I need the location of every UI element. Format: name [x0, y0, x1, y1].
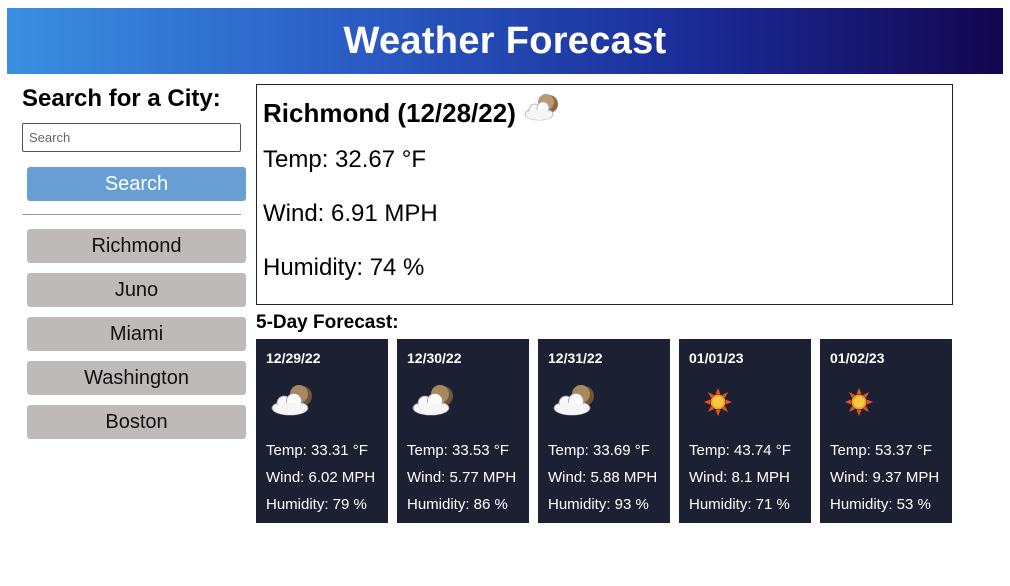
current-humidity: Humidity: 74 %: [263, 254, 425, 281]
forecast-wind: Wind: 8.1 MPH: [689, 469, 790, 486]
page-header: Weather Forecast: [7, 8, 1003, 74]
forecast-date: 12/30/22: [407, 350, 462, 366]
forecast-date: 12/31/22: [548, 350, 603, 366]
forecast-humidity: Humidity: 79 %: [266, 496, 367, 513]
forecast-temp: Temp: 53.37 °F: [830, 442, 932, 459]
forecast-humidity: Humidity: 71 %: [689, 496, 790, 513]
history-button-miami[interactable]: Miami: [27, 317, 246, 351]
forecast-date: 01/01/23: [689, 350, 744, 366]
forecast-temp: Temp: 33.53 °F: [407, 442, 509, 459]
partly-cloudy-night-icon: [409, 383, 459, 419]
sun-icon: [691, 383, 741, 419]
current-city-title: Richmond (12/28/22): [263, 97, 516, 128]
history-button-washington[interactable]: Washington: [27, 361, 246, 395]
forecast-card: 12/29/22 Temp: 33.31 °F Wind: 6.02 MPH H…: [256, 339, 388, 523]
forecast-card: 12/31/22 Temp: 33.69 °F Wind: 5.88 MPH H…: [538, 339, 670, 523]
forecast-humidity: Humidity: 86 %: [407, 496, 508, 513]
forecast-wind: Wind: 5.88 MPH: [548, 469, 658, 486]
current-weather-panel: Richmond (12/28/22) Temp: 32.67 °F Wind:…: [256, 84, 953, 305]
forecast-temp: Temp: 43.74 °F: [689, 442, 791, 459]
history-button-boston[interactable]: Boston: [27, 405, 246, 439]
forecast-heading: 5-Day Forecast:: [256, 312, 399, 333]
current-wind: Wind: 6.91 MPH: [263, 200, 438, 227]
current-temp: Temp: 32.67 °F: [263, 146, 427, 173]
forecast-wind: Wind: 9.37 MPH: [830, 469, 940, 486]
forecast-humidity: Humidity: 53 %: [830, 496, 931, 513]
history-button-richmond[interactable]: Richmond: [27, 229, 246, 263]
partly-cloudy-night-icon: [550, 383, 600, 419]
forecast-wind: Wind: 5.77 MPH: [407, 469, 517, 486]
forecast-card: 01/01/23 Temp: 43.74 °F Wind: 8.1 MPH Hu…: [679, 339, 811, 523]
sidebar: Search for a City: Search Richmond Juno …: [22, 84, 246, 439]
forecast-wind: Wind: 6.02 MPH: [266, 469, 376, 486]
page-title: Weather Forecast: [343, 19, 667, 62]
partly-cloudy-night-icon: [522, 93, 562, 132]
forecast-date: 12/29/22: [266, 350, 321, 366]
forecast-cards: 12/29/22 Temp: 33.31 °F Wind: 6.02 MPH H…: [256, 339, 952, 523]
forecast-card: 12/30/22 Temp: 33.53 °F Wind: 5.77 MPH H…: [397, 339, 529, 523]
partly-cloudy-night-icon: [268, 383, 318, 419]
forecast-date: 01/02/23: [830, 350, 885, 366]
forecast-temp: Temp: 33.31 °F: [266, 442, 368, 459]
search-input[interactable]: [22, 123, 241, 152]
current-city-heading: Richmond (12/28/22): [263, 93, 946, 132]
forecast-card: 01/02/23 Temp: 53.37 °F Wind: 9.37 MPH H…: [820, 339, 952, 523]
history-button-juno[interactable]: Juno: [27, 273, 246, 307]
search-button[interactable]: Search: [27, 167, 246, 201]
sun-icon: [832, 383, 882, 419]
forecast-temp: Temp: 33.69 °F: [548, 442, 650, 459]
search-heading: Search for a City:: [22, 85, 221, 112]
divider: [22, 214, 241, 215]
search-history-list: Richmond Juno Miami Washington Boston: [27, 229, 246, 449]
forecast-humidity: Humidity: 93 %: [548, 496, 649, 513]
